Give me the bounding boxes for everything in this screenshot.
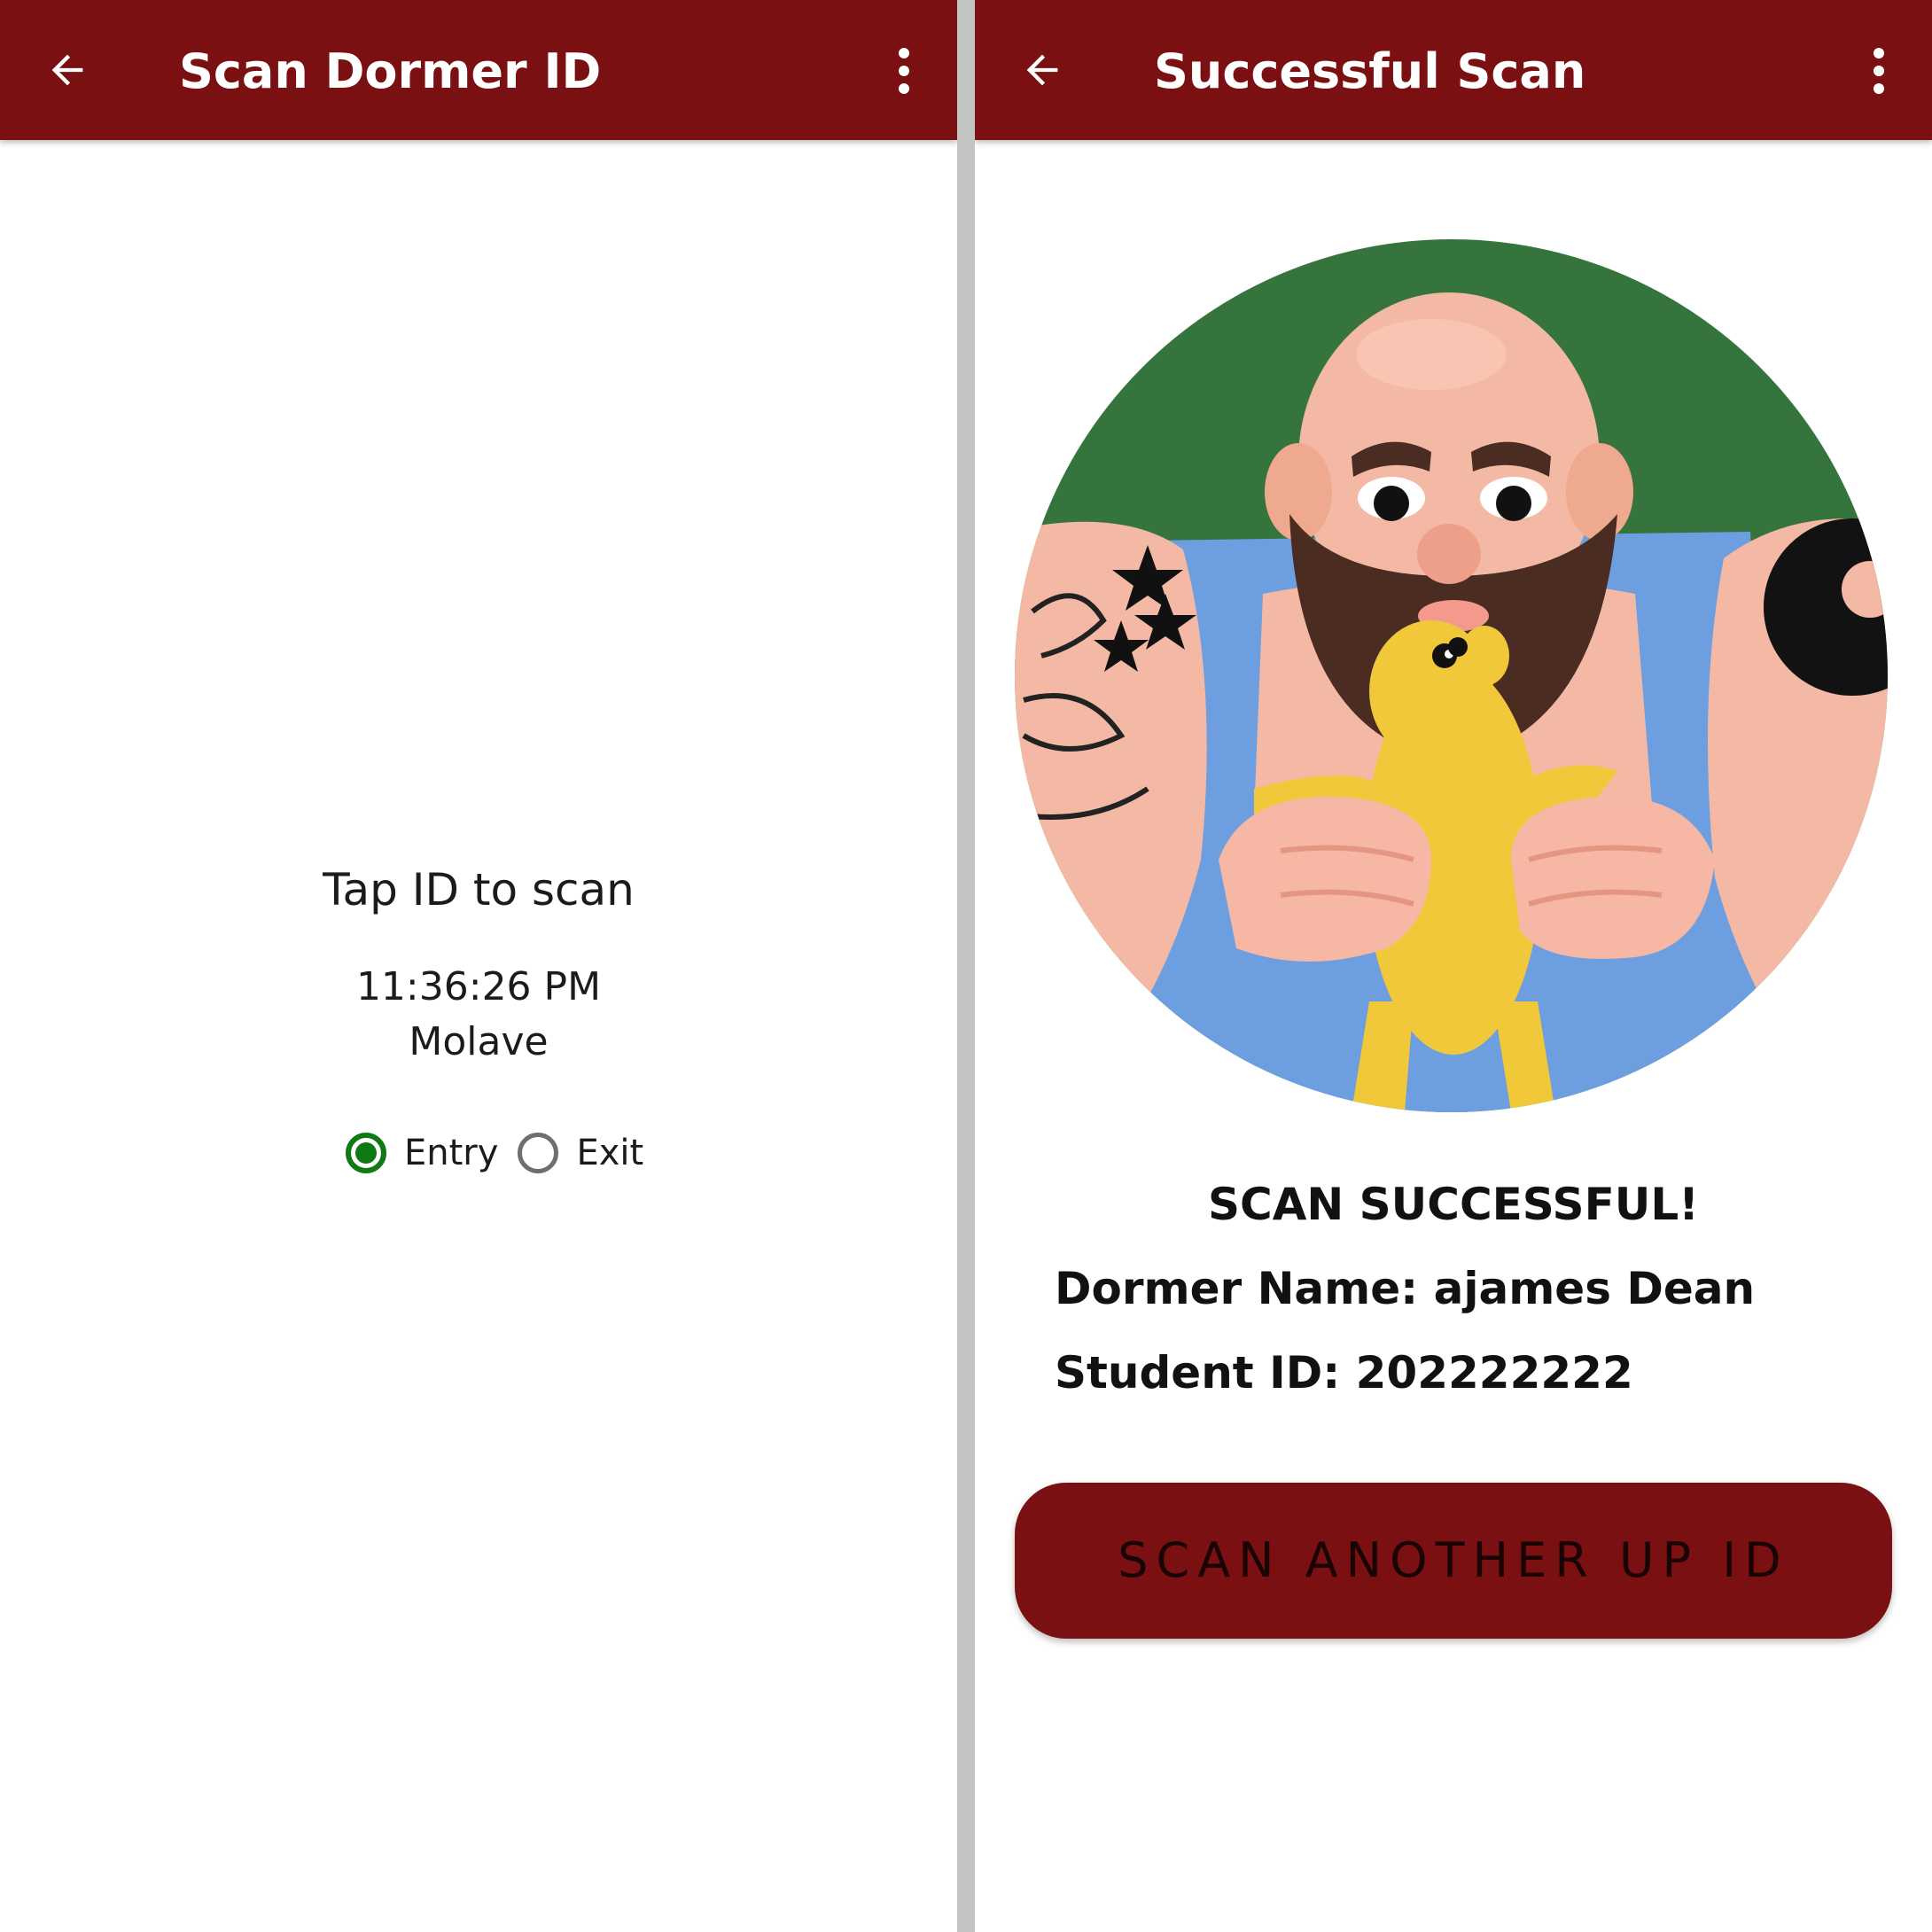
app-bar: Successful Scan: [975, 0, 1932, 140]
back-button[interactable]: [1000, 30, 1085, 110]
app-bar: Scan Dormer ID: [0, 0, 957, 140]
entry-exit-radio-group: Entry Exit: [346, 1126, 663, 1180]
screen-divider: [957, 0, 975, 1932]
scan-status-heading: SCAN SUCCESSFUL!: [1207, 1179, 1699, 1230]
scan-prompt: Tap ID to scan: [323, 864, 635, 915]
more-vertical-icon: [1874, 48, 1884, 94]
scan-dormer-id-screen: Scan Dormer ID Tap ID to scan 11:36:26 P…: [0, 0, 957, 1932]
radio-button-selected[interactable]: [346, 1133, 386, 1173]
exit-radio-option[interactable]: Exit: [518, 1133, 663, 1173]
student-id: Student ID: 202222222: [1055, 1347, 1633, 1398]
entry-radio-option[interactable]: Entry: [346, 1133, 518, 1173]
overflow-menu-button[interactable]: [877, 35, 931, 106]
dormer-avatar: [1015, 239, 1888, 1112]
arrow-left-icon: [1026, 54, 1058, 86]
entry-label: Entry: [404, 1133, 499, 1173]
more-vertical-icon: [899, 48, 909, 94]
successful-scan-screen: Successful Scan SCAN SUCCESSFUL! Dormer …: [975, 0, 1932, 1932]
avatar-illustration: [1015, 239, 1888, 1112]
page-title: Scan Dormer ID: [179, 43, 602, 99]
current-time: 11:36:26 PM: [355, 964, 602, 1009]
radio-button-unselected[interactable]: [518, 1133, 559, 1173]
arrow-left-icon: [51, 54, 83, 86]
back-button[interactable]: [25, 30, 110, 110]
dormer-name: Dormer Name: ajames Dean: [1055, 1263, 1756, 1314]
scan-another-button[interactable]: SCAN ANOTHER UP ID: [1015, 1483, 1892, 1639]
dorm-location: Molave: [409, 1019, 549, 1064]
overflow-menu-button[interactable]: [1852, 35, 1905, 106]
exit-label: Exit: [576, 1133, 644, 1173]
page-title: Successful Scan: [1154, 43, 1586, 99]
